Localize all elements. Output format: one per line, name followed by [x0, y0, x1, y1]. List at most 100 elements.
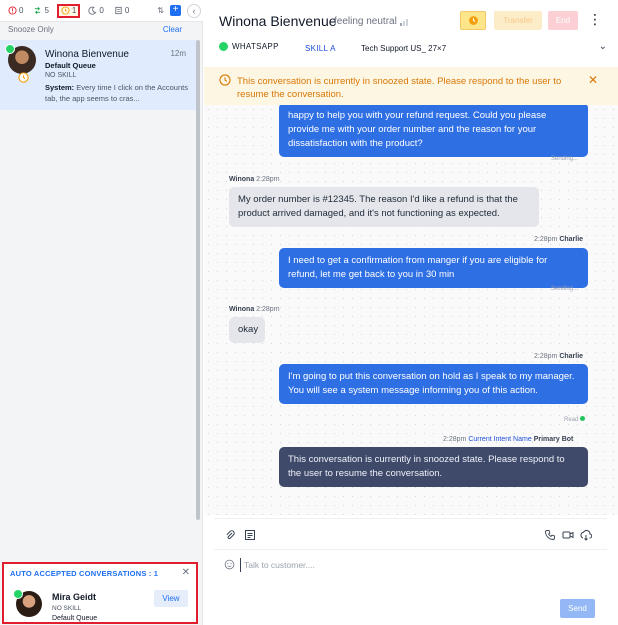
message-sender: Winona — [229, 176, 255, 183]
message-meta: Winona 2:28pm — [229, 306, 280, 313]
message-time: 2:28pm — [443, 436, 467, 443]
counter-notes-value: 0 — [124, 6, 130, 15]
counter-night[interactable]: 0 — [86, 4, 105, 18]
message-composer: Send — [214, 518, 607, 625]
counter-night-value: 0 — [99, 6, 104, 15]
customer-message: My order number is #12345. The reason I'… — [229, 187, 539, 227]
agent-message: I'm going to put this conversation on ho… — [279, 364, 588, 404]
agent-message: I need to get a confirmation from manger… — [279, 248, 588, 288]
signal-icon — [399, 18, 408, 26]
channel-type-label: WHATSAPP — [232, 42, 279, 51]
channel-info-row: WHATSAPP SKILL A Tech Support US_ 27×7 ⌄ — [219, 41, 611, 56]
snooze-banner: This conversation is currently in snooze… — [204, 67, 618, 105]
counter-transfer[interactable]: 5 — [31, 4, 50, 18]
clock-icon — [61, 6, 70, 15]
auto-accepted-queue: Default Queue — [52, 615, 98, 622]
whatsapp-icon — [13, 589, 23, 599]
channel-type: WHATSAPP — [219, 42, 279, 51]
auto-accepted-name: Mira Geidt — [52, 592, 97, 602]
message-time: 2:28pm — [256, 306, 280, 313]
message-sender: Charlie — [559, 353, 584, 360]
snooze-banner-text: This conversation is currently in snooze… — [237, 76, 562, 100]
message-time: 2:28pm — [534, 353, 558, 360]
conversation-list-panel: 0 5 1 0 0 ⇅ + ‹ Snooze Only Clear Winona… — [0, 0, 203, 625]
customer-name: Winona Bienvenue — [219, 13, 337, 29]
counter-notes[interactable]: 0 — [112, 4, 131, 18]
clear-filter-link[interactable]: Clear — [163, 25, 182, 39]
conversation-queue: Default Queue — [45, 61, 96, 70]
note-icon — [115, 6, 122, 15]
auto-accepted-title: AUTO ACCEPTED CONVERSATIONS : 1 — [10, 569, 159, 578]
filter-row: Snooze Only Clear — [0, 25, 196, 39]
more-options-icon[interactable]: ⋮ — [588, 10, 602, 28]
message-meta: 2:28pm Charlie — [534, 353, 583, 360]
conversation-skill: NO SKILL — [45, 72, 77, 79]
intent-name: Current Intent Name — [468, 436, 532, 443]
alert-circle-icon — [8, 6, 17, 15]
message-meta: 2:28pm Charlie — [534, 236, 583, 243]
counter-snoozed[interactable]: 1 — [56, 3, 81, 18]
conversation-name: Winona Bienvenue — [45, 49, 129, 60]
status-counters-bar: 0 5 1 0 0 ⇅ + ‹ — [0, 0, 203, 22]
snooze-clock-icon — [18, 72, 29, 83]
channel-queue: Tech Support US_ 27×7 — [361, 44, 447, 53]
conversation-preview: System: Every time I click on the Accoun… — [45, 82, 190, 104]
auto-accepted-panel: AUTO ACCEPTED CONVERSATIONS : 1 ✕ Mira G… — [2, 562, 198, 624]
message-sender: Winona — [229, 306, 255, 313]
snooze-button[interactable] — [460, 11, 486, 30]
view-button[interactable]: View — [154, 590, 188, 607]
sentiment-label: feeling neutral — [334, 16, 397, 27]
attachment-icon[interactable] — [224, 529, 236, 541]
composer-input-row — [214, 549, 607, 579]
send-button[interactable]: Send — [560, 599, 595, 618]
message-input[interactable] — [240, 558, 570, 572]
message-status: Read — [564, 416, 586, 423]
conversation-list-item[interactable]: Winona Bienvenue 12m Default Queue NO SK… — [0, 40, 196, 110]
cobrowse-icon[interactable] — [580, 529, 592, 541]
message-time: 2:28pm — [256, 176, 280, 183]
counter-alert-value: 0 — [19, 6, 24, 15]
counter-snoozed-value: 1 — [71, 6, 77, 15]
collapse-panel-button[interactable]: ‹ — [187, 3, 201, 18]
whatsapp-icon — [5, 44, 15, 54]
clock-icon — [468, 16, 478, 25]
conversation-time: 12m — [170, 49, 186, 58]
read-check-icon — [580, 416, 586, 421]
preview-label: System: — [45, 83, 75, 92]
conversation-avatar-wrap — [5, 44, 36, 83]
canned-response-icon[interactable] — [244, 529, 256, 541]
filter-label: Snooze Only — [8, 25, 54, 34]
video-icon[interactable] — [562, 529, 574, 541]
message-meta: 2:28pm Current Intent Name Primary Bot — [443, 436, 573, 443]
list-scrollbar[interactable] — [196, 40, 200, 520]
transfer-icon — [35, 7, 41, 14]
counter-transfer-value: 5 — [44, 6, 49, 15]
channel-skill: SKILL A — [305, 44, 336, 53]
close-icon[interactable]: ✕ — [588, 73, 598, 87]
chat-transcript[interactable]: happy to help you with your refund reque… — [204, 105, 618, 515]
message-meta: Winona 2:28pm — [229, 176, 280, 183]
whatsapp-icon — [219, 42, 228, 51]
message-status: Sending... — [551, 156, 579, 162]
message-status: Sending... — [551, 286, 579, 292]
auto-accepted-skill: NO SKILL — [52, 605, 82, 612]
message-sender: Primary Bot — [533, 436, 574, 443]
agent-message: happy to help you with your refund reque… — [279, 105, 588, 157]
message-sender: Charlie — [559, 236, 584, 243]
conversation-detail-panel: Winona Bienvenue feeling neutral Transfe… — [204, 0, 618, 625]
moon-icon — [88, 6, 97, 15]
transfer-button[interactable]: Transfer — [494, 11, 542, 30]
read-status-label: Read — [564, 417, 579, 423]
composer-toolbar — [224, 529, 598, 543]
emoji-icon[interactable] — [224, 559, 235, 570]
chevron-left-icon: ‹ — [192, 5, 196, 16]
chevron-down-icon[interactable]: ⌄ — [599, 41, 607, 52]
sort-icon[interactable]: ⇅ — [157, 6, 164, 15]
message-time: 2:28pm — [534, 236, 558, 243]
close-icon[interactable]: ✕ — [182, 567, 190, 578]
counter-alert[interactable]: 0 — [6, 4, 25, 18]
sentiment-indicator: feeling neutral — [334, 16, 408, 27]
phone-icon[interactable] — [544, 529, 556, 541]
end-button[interactable]: End — [548, 11, 578, 30]
add-conversation-button[interactable]: + — [170, 5, 181, 16]
